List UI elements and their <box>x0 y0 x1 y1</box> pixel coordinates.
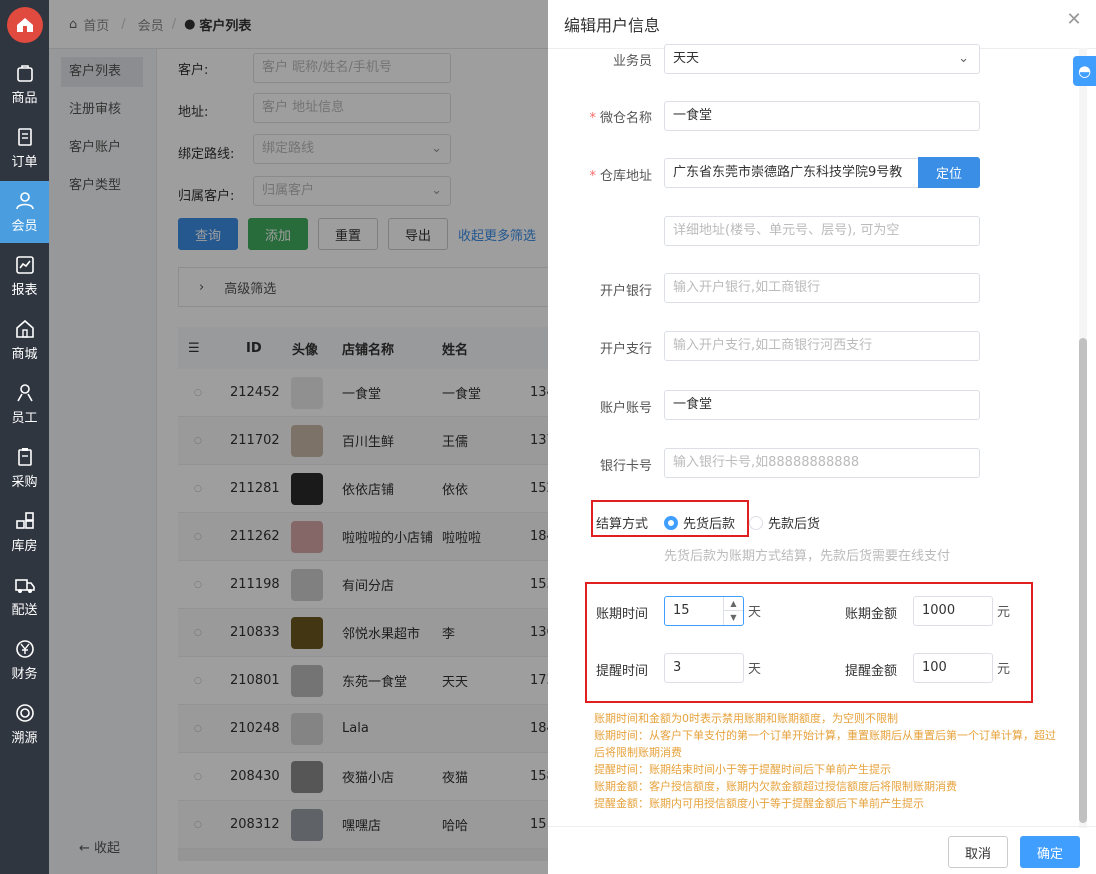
nav-item-label: 订单 <box>11 155 38 170</box>
nav-item-home[interactable]: 商城 <box>0 309 49 371</box>
nav-item-label: 配送 <box>11 603 38 618</box>
user-icon <box>15 192 34 210</box>
remind-amount-input[interactable]: 100 <box>913 653 993 683</box>
main-nav: 商品订单会员报表商城员工采购库房配送财务溯源 <box>0 0 49 874</box>
store-name-label: * 微仓名称 <box>542 107 652 126</box>
note-line: 账期时间：从客户下单支付的第一个订单开始计算，重置账期后从重置后第一个订单计算，… <box>594 729 1056 759</box>
nav-item-label: 会员 <box>11 219 38 234</box>
period-value: 15 <box>673 603 690 618</box>
store-name-label-text: 微仓名称 <box>599 111 652 126</box>
period-unit: 天 <box>748 605 762 620</box>
salesman-value: 天天 <box>673 51 700 66</box>
locate-button[interactable]: 定位 <box>918 157 980 188</box>
remind-input[interactable]: 3 <box>664 653 744 683</box>
clipboard-icon <box>17 448 32 466</box>
nav-item-grid[interactable]: 库房 <box>0 501 49 563</box>
cancel-button[interactable]: 取消 <box>948 836 1008 868</box>
chart-icon <box>15 256 34 274</box>
radio-pay-first[interactable]: 先款后货 <box>749 513 820 532</box>
nav-item-label: 溯源 <box>11 731 38 746</box>
remind-label: 提醒时间 <box>596 664 649 679</box>
branch-label: 开户支行 <box>599 342 652 357</box>
nav-item-truck[interactable]: 配送 <box>0 565 49 627</box>
nav-item-label: 财务 <box>11 667 38 682</box>
stepper-up-icon[interactable]: ▲ <box>723 597 743 611</box>
salesman-select[interactable]: 天天 ⌄ <box>664 44 980 74</box>
remind-unit: 天 <box>748 662 762 677</box>
warehouse-address-label-text: 仓库地址 <box>599 169 652 184</box>
settle-radio-group: 先货后款 先款后货 <box>664 513 830 532</box>
warehouse-address-input[interactable]: 广东省东莞市崇德路广东科技学院9号教 <box>664 158 920 188</box>
warehouse-address-label: * 仓库地址 <box>542 165 652 184</box>
nav-item-yen[interactable]: 财务 <box>0 629 49 691</box>
nav-item-label: 报表 <box>11 283 38 298</box>
card-input[interactable]: 输入银行卡号,如88888888888 <box>664 448 980 478</box>
nav-item-label: 商城 <box>11 347 38 362</box>
required-mark: * <box>589 169 596 184</box>
nav-item-user[interactable]: 会员 <box>0 181 49 243</box>
radio-goods-first-label: 先货后款 <box>683 517 736 532</box>
account-input[interactable]: 一食堂 <box>664 390 980 420</box>
note-line: 账期金额：客户授信额度，账期内欠款金额超过授信额度后将限制账期消费 <box>594 780 957 793</box>
nav-item-document[interactable]: 订单 <box>0 117 49 179</box>
document-icon <box>17 128 32 146</box>
truck-icon <box>14 579 35 593</box>
amount-unit: 元 <box>997 605 1011 620</box>
note-line: 提醒时间：账期结束时间小于等于提醒时间后下单前产生提示 <box>594 763 891 776</box>
remind-amount-unit: 元 <box>997 662 1011 677</box>
logo <box>0 0 49 49</box>
nav-item-label: 采购 <box>11 475 38 490</box>
amount-label: 账期金额 <box>845 607 898 622</box>
close-icon[interactable]: ✕ <box>1064 10 1084 30</box>
home-icon <box>15 319 34 338</box>
chevron-down-icon: ⌄ <box>958 51 969 66</box>
target-icon <box>15 704 34 722</box>
edit-user-drawer: 编辑用户信息 ✕ 业务员 天天 ⌄ * 微仓名称 一食堂 * 仓库地址 广东省东莞市崇… <box>548 0 1096 874</box>
radio-checked-icon <box>664 515 678 530</box>
nav-item-label: 商品 <box>11 91 38 106</box>
radio-goods-first[interactable]: 先货后款 <box>664 513 735 532</box>
radio-unchecked-icon <box>749 515 764 530</box>
nav-item-chart[interactable]: 报表 <box>0 245 49 307</box>
note-line: 账期时间和金额为0时表示禁用账期和账期额度，为空则不限制 <box>594 712 898 725</box>
nav-item-shopping-bag[interactable]: 商品 <box>0 53 49 115</box>
drawer-title: 编辑用户信息 <box>564 16 661 35</box>
edge-icon: ◓ <box>1077 62 1092 80</box>
bank-input[interactable]: 输入开户银行,如工商银行 <box>664 273 980 303</box>
note-line: 提醒金额：账期内可用授信额度小于等于提醒金额后下单前产生提示 <box>594 797 924 810</box>
settle-label: 结算方式 <box>596 517 649 532</box>
card-label: 银行卡号 <box>599 459 652 474</box>
nav-item-worker[interactable]: 员工 <box>0 373 49 435</box>
period-input[interactable]: 15 ▲ ▼ <box>664 596 744 626</box>
branch-input[interactable]: 输入开户支行,如工商银行河西支行 <box>664 331 980 361</box>
remind-amount-label: 提醒金额 <box>845 664 898 679</box>
salesman-label: 业务员 <box>612 54 652 69</box>
grid-icon <box>15 512 34 529</box>
nav-item-clipboard[interactable]: 采购 <box>0 437 49 499</box>
nav-item-label: 库房 <box>11 539 38 554</box>
detail-address-input[interactable]: 详细地址(楼号、单元号、层号), 可为空 <box>664 216 980 246</box>
period-label: 账期时间 <box>596 607 649 622</box>
app-root: 商品 订单 会员 报表 商城 员工 采购 库房 配送 财务 溯源 ⌂ 首页 / 会员 / ● 客户列… <box>0 0 1096 874</box>
account-label: 账户账号 <box>599 401 652 416</box>
store-name-input[interactable]: 一食堂 <box>664 101 980 131</box>
floating-side-tab[interactable]: ◓ <box>1073 56 1096 86</box>
vertical-scrollbar-thumb[interactable] <box>1079 338 1087 823</box>
nav-item-target[interactable]: 溯源 <box>0 693 49 755</box>
settle-hint: 先货后款为账期方式结算，先款后货需要在线支付 <box>664 549 951 564</box>
modal-overlay[interactable] <box>49 0 548 874</box>
confirm-button[interactable]: 确定 <box>1020 836 1080 868</box>
shopping-bag-icon <box>16 65 33 82</box>
nav-item-label: 员工 <box>11 411 38 426</box>
stepper-down-icon[interactable]: ▼ <box>723 611 743 625</box>
amount-input[interactable]: 1000 <box>913 596 993 626</box>
credit-notes: 账期时间和金额为0时表示禁用账期和账期额度，为空则不限制 账期时间：从客户下单支… <box>594 710 1064 812</box>
divider <box>548 826 1096 827</box>
worker-icon <box>16 384 33 402</box>
required-mark: * <box>589 111 596 126</box>
radio-pay-first-label: 先款后货 <box>768 517 821 532</box>
yen-icon <box>15 640 34 658</box>
bank-label: 开户银行 <box>599 284 652 299</box>
